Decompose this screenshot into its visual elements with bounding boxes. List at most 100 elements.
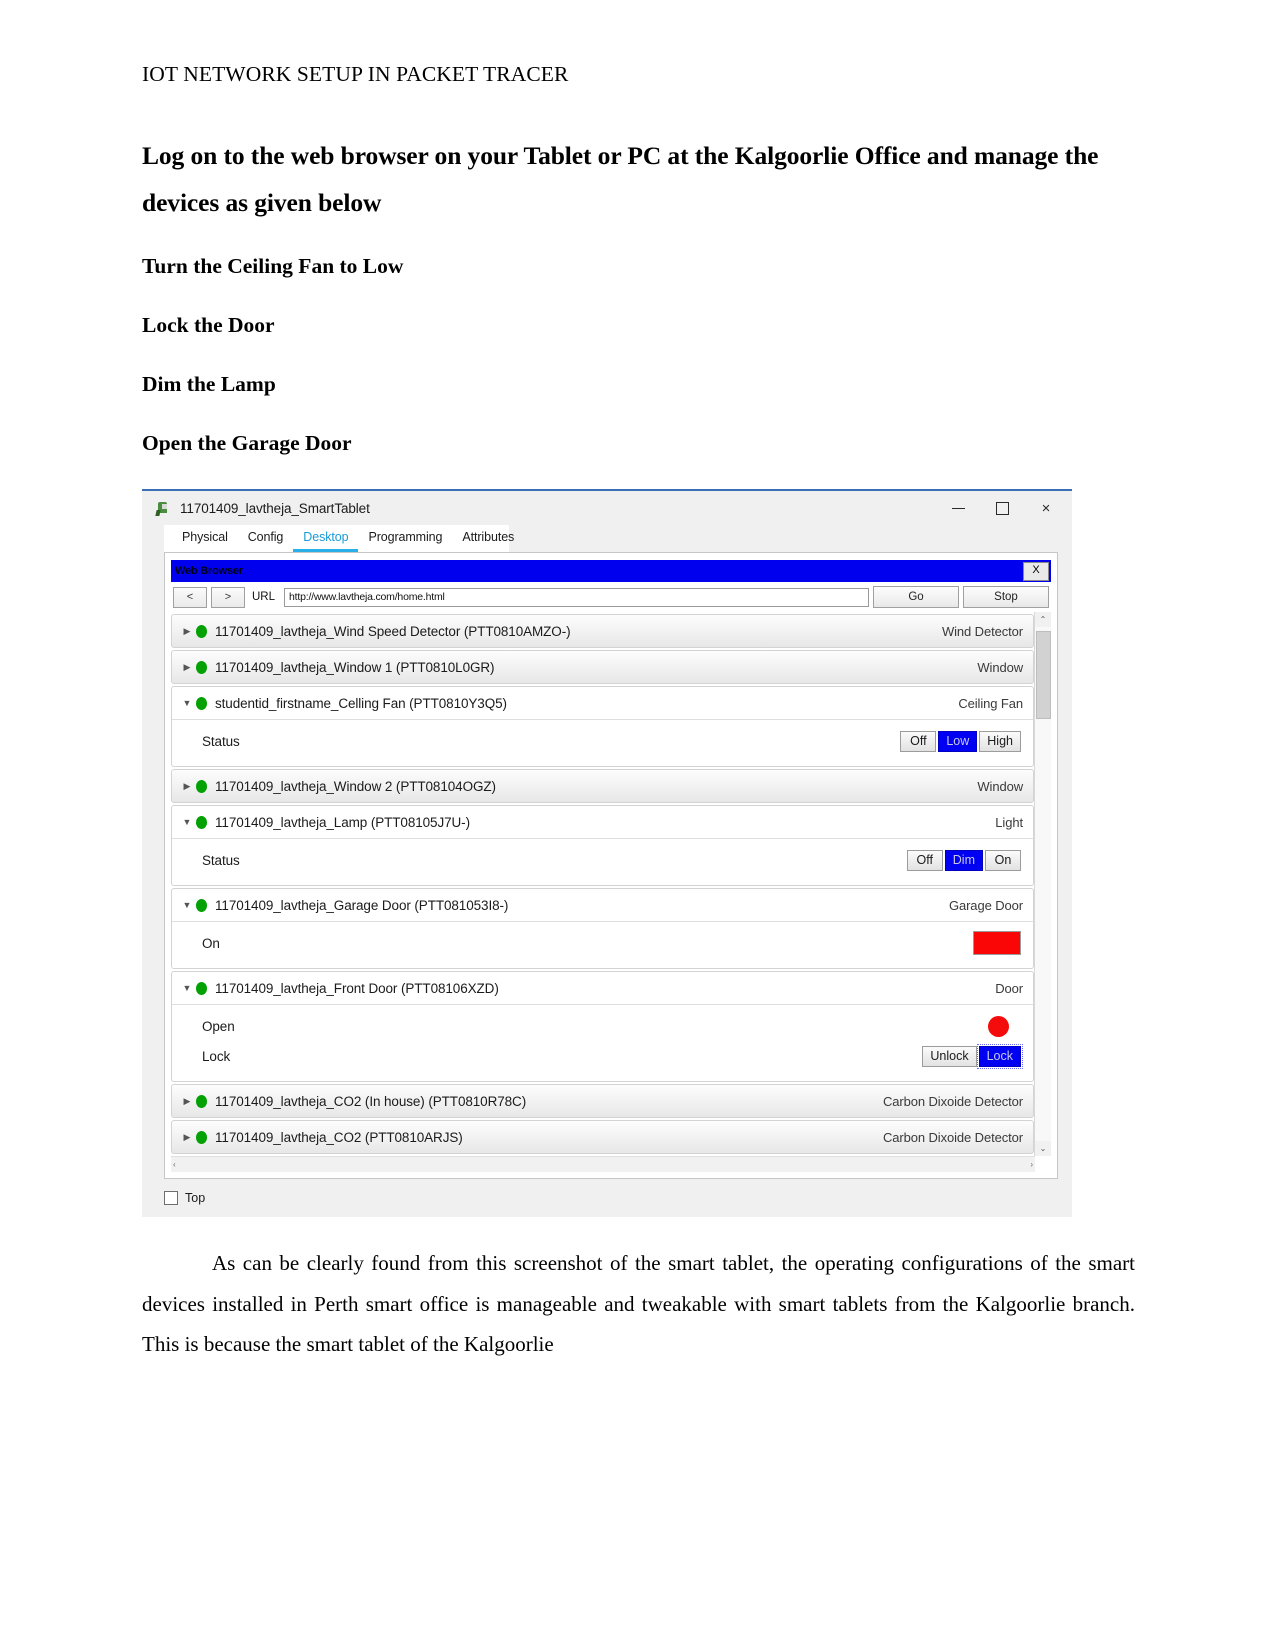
device-type: Window	[977, 778, 1023, 794]
device-name: 11701409_lavtheja_Lamp (PTT08105J7U-)	[215, 814, 470, 830]
packet-tracer-icon	[155, 501, 171, 516]
close-icon[interactable]: ×	[1024, 493, 1068, 523]
status-led	[196, 660, 207, 674]
door-open-indicator	[988, 1015, 1009, 1037]
segmented-control-fan-status: Off Low High	[900, 730, 1021, 752]
chevron-down-icon[interactable]: ▼	[180, 900, 194, 910]
device-name: 11701409_lavtheja_Garage Door (PTT081053…	[215, 897, 509, 913]
lamp-dim-button[interactable]: Dim	[944, 849, 983, 871]
fan-off-button[interactable]: Off	[900, 730, 937, 752]
top-checkbox-label: Top	[185, 1191, 206, 1206]
device-row-front-door[interactable]: ▼ 11701409_lavtheja_Front Door (PTT08106…	[171, 971, 1034, 1006]
garage-door-color-swatch[interactable]	[973, 931, 1021, 956]
tab-physical[interactable]: Physical	[172, 526, 238, 552]
maximize-icon[interactable]	[980, 493, 1024, 523]
control-label: Lock	[202, 1048, 231, 1064]
tab-strip: Physical Config Desktop Programming Attr…	[142, 525, 1072, 553]
device-row[interactable]: ▶ 11701409_lavtheja_CO2 (PTT0810ARJS) Ca…	[171, 1120, 1034, 1155]
device-row-garage-door[interactable]: ▼ 11701409_lavtheja_Garage Door (PTT0810…	[171, 888, 1034, 923]
device-type: Carbon Dixoide Detector	[882, 1129, 1023, 1145]
minimize-icon[interactable]	[936, 493, 980, 523]
web-browser-close-button[interactable]: X	[1023, 561, 1049, 581]
vertical-scrollbar[interactable]: ⌃ ⌄	[1034, 612, 1051, 1157]
web-browser-title-bar: Web Browser X	[171, 560, 1051, 583]
task-item-1: Lock the Door	[142, 312, 275, 337]
tab-attributes[interactable]: Attributes	[452, 526, 524, 552]
task-item-0: Turn the Ceiling Fan to Low	[142, 254, 404, 279]
web-browser-title: Web Browser	[175, 565, 243, 578]
segmented-control-door-lock: Unlock Lock	[922, 1043, 1024, 1069]
control-row-open: Open	[184, 1011, 1021, 1041]
scroll-down-icon[interactable]: ⌄	[1035, 1141, 1051, 1157]
chevron-down-icon[interactable]: ▼	[180, 983, 194, 993]
device-type: Ceiling Fan	[958, 695, 1023, 711]
segmented-control-lamp-status: Off Dim On	[906, 849, 1021, 871]
document-header: IOT NETWORK SETUP IN PACKET TRACER	[142, 62, 569, 86]
back-button[interactable]: <	[173, 586, 207, 608]
top-checkbox[interactable]	[164, 1191, 178, 1206]
device-row[interactable]: ▶ 11701409_lavtheja_Window 2 (PTT08104OG…	[171, 769, 1034, 804]
lamp-on-button[interactable]: On	[985, 849, 1021, 871]
document-main-heading: Log on to the web browser on your Tablet…	[142, 140, 1099, 217]
status-led	[196, 981, 207, 995]
task-item-3: Open the Garage Door	[142, 430, 352, 455]
status-led	[196, 898, 207, 912]
status-led	[196, 779, 207, 793]
chevron-right-icon[interactable]: ▶	[180, 1132, 194, 1143]
window-footer: Top	[142, 1179, 1072, 1218]
device-name: 11701409_lavtheja_Window 1 (PTT0810L0GR)	[215, 659, 495, 675]
device-row-ceiling-fan[interactable]: ▼ studentid_firstname_Celling Fan (PTT08…	[171, 686, 1034, 721]
device-name: 11701409_lavtheja_CO2 (In house) (PTT081…	[215, 1093, 527, 1109]
fan-low-button[interactable]: Low	[938, 730, 978, 752]
scroll-left-icon[interactable]: ‹	[173, 1160, 176, 1169]
device-body-lamp: Status Off Dim On	[171, 839, 1034, 887]
device-name: 11701409_lavtheja_Front Door (PTT08106XZ…	[215, 980, 499, 996]
device-name: 11701409_lavtheja_Window 2 (PTT08104OGZ)	[215, 778, 496, 794]
tab-config[interactable]: Config	[238, 526, 294, 552]
door-unlock-button[interactable]: Unlock	[922, 1045, 977, 1067]
status-led	[196, 1130, 207, 1144]
control-row-on: On	[184, 928, 1021, 958]
device-type: Carbon Dixoide Detector	[882, 1093, 1023, 1109]
status-led	[196, 815, 207, 829]
go-button[interactable]: Go	[873, 586, 959, 609]
chevron-right-icon[interactable]: ▶	[180, 1096, 194, 1107]
window-title-bar: 11701409_lavtheja_SmartTablet ×	[142, 491, 1072, 526]
device-name: 11701409_lavtheja_Wind Speed Detector (P…	[215, 623, 571, 639]
scrollbar-thumb[interactable]	[1036, 631, 1051, 720]
browser-navigation-bar: < > URL http://www.lavtheja.com/home.htm…	[171, 582, 1051, 613]
door-lock-button[interactable]: Lock	[976, 1043, 1024, 1069]
fan-high-button[interactable]: High	[979, 730, 1021, 752]
chevron-right-icon[interactable]: ▶	[180, 781, 194, 792]
window-title: 11701409_lavtheja_SmartTablet	[180, 500, 370, 516]
tab-programming[interactable]: Programming	[358, 526, 452, 552]
device-name: studentid_firstname_Celling Fan (PTT0810…	[215, 695, 507, 711]
tab-desktop[interactable]: Desktop	[293, 526, 359, 553]
scroll-up-icon[interactable]: ⌃	[1035, 612, 1051, 628]
device-type: Door	[995, 980, 1023, 996]
device-row[interactable]: ▶ 11701409_lavtheja_Window 1 (PTT0810L0G…	[171, 650, 1034, 685]
device-row[interactable]: ▶ 11701409_lavtheja_CO2 (In house) (PTT0…	[171, 1084, 1034, 1119]
device-type: Light	[995, 814, 1023, 830]
chevron-down-icon[interactable]: ▼	[180, 698, 194, 708]
task-item-2: Dim the Lamp	[142, 371, 276, 396]
device-body-front-door: Open Lock Unlock Lock	[171, 1005, 1034, 1083]
stop-button[interactable]: Stop	[963, 586, 1049, 609]
url-input[interactable]: http://www.lavtheja.com/home.html	[284, 587, 869, 607]
chevron-down-icon[interactable]: ▼	[180, 817, 194, 827]
lamp-off-button[interactable]: Off	[906, 849, 943, 871]
control-row-status: Status Off Low High	[184, 726, 1021, 756]
control-label: Open	[202, 1018, 235, 1034]
scrollbar-track[interactable]	[1035, 627, 1051, 1142]
document-page: IOT NETWORK SETUP IN PACKET TRACER Log o…	[0, 0, 1275, 1651]
horizontal-scrollbar[interactable]: ‹ ›	[171, 1156, 1035, 1173]
device-row-lamp[interactable]: ▼ 11701409_lavtheja_Lamp (PTT08105J7U-) …	[171, 805, 1034, 840]
control-label: On	[202, 935, 220, 951]
chevron-right-icon[interactable]: ▶	[180, 626, 194, 637]
chevron-right-icon[interactable]: ▶	[180, 662, 194, 673]
device-row[interactable]: ▶ 11701409_lavtheja_Wind Speed Detector …	[171, 614, 1034, 649]
status-led	[196, 624, 207, 638]
device-list-area: ▶ 11701409_lavtheja_Wind Speed Detector …	[171, 612, 1051, 1157]
scroll-right-icon[interactable]: ›	[1030, 1160, 1033, 1169]
forward-button[interactable]: >	[211, 586, 245, 608]
